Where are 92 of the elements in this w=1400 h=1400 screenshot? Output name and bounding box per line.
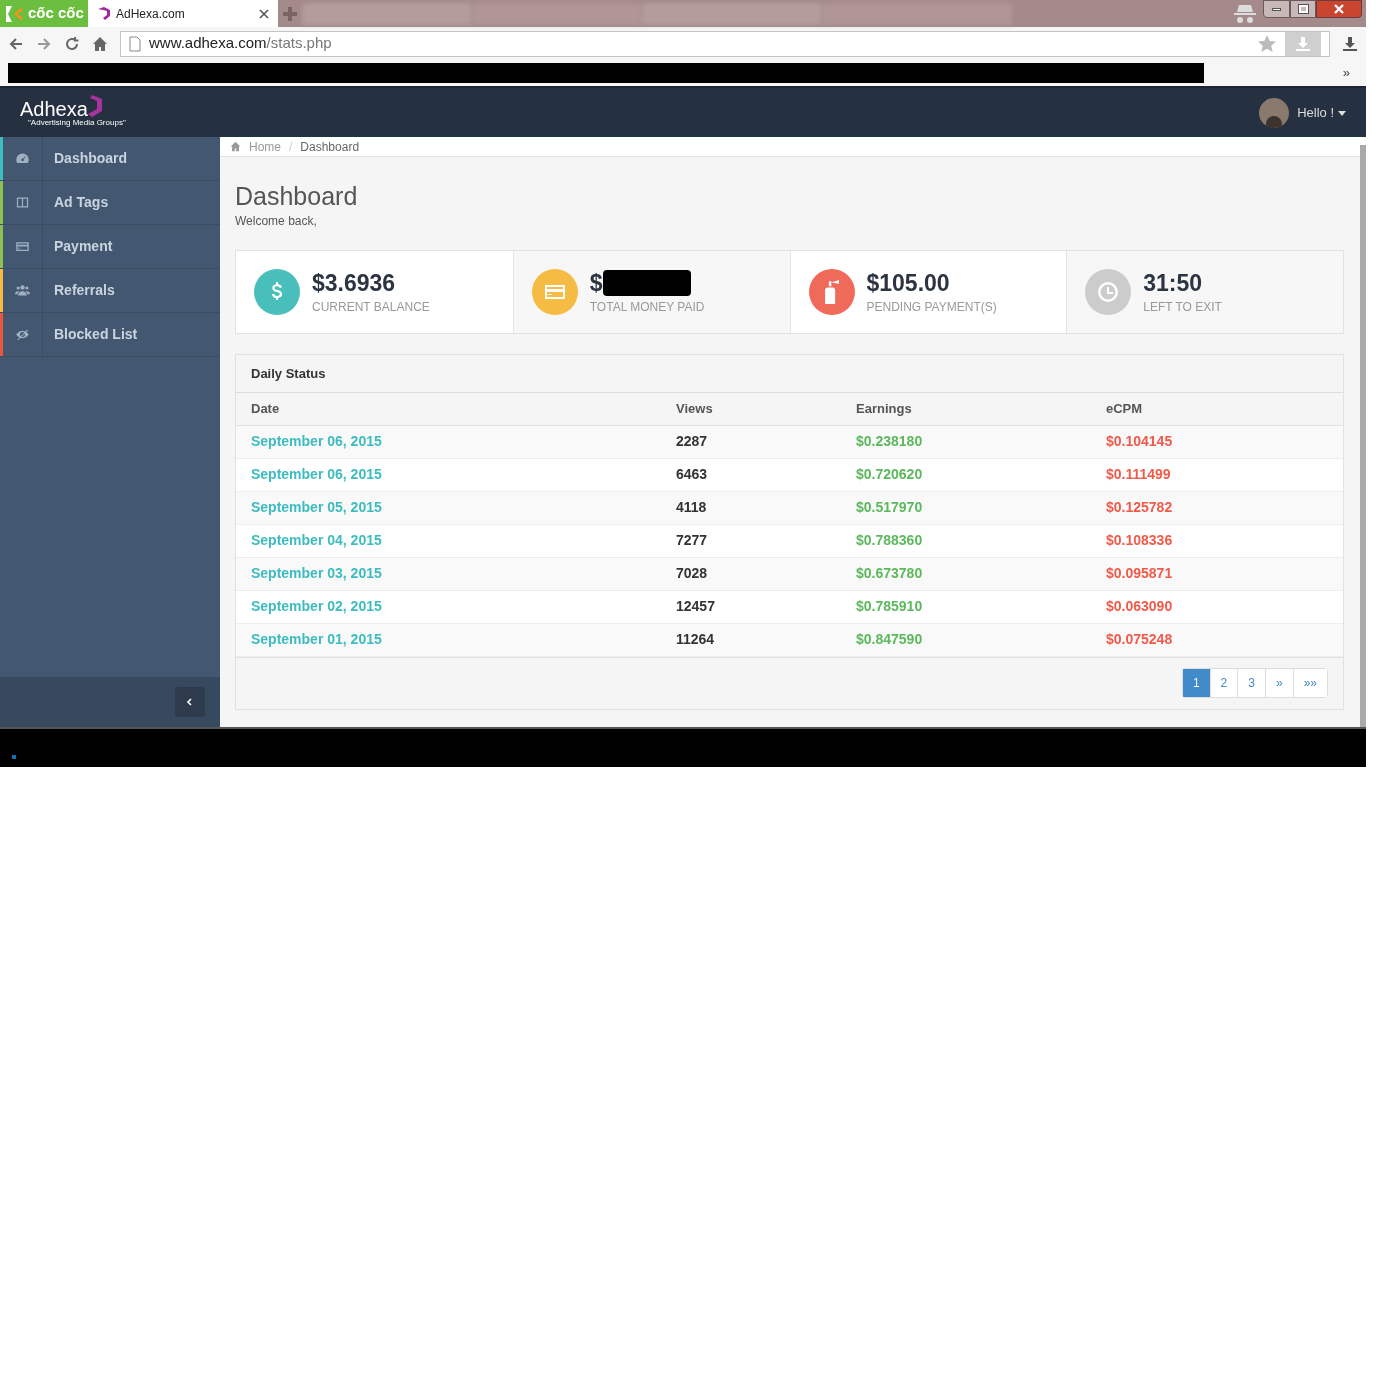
date-link[interactable]: September 04, 2015 (236, 524, 661, 558)
pagination-button[interactable]: »» (1292, 669, 1327, 698)
column-header: Earnings (841, 393, 1091, 426)
sidebar-item[interactable]: Referrals (0, 269, 220, 313)
restore-button[interactable] (1290, 0, 1316, 18)
sidebar-item[interactable]: Dashboard (0, 137, 220, 181)
reload-icon[interactable] (64, 35, 80, 52)
sidebar-item[interactable]: Blocked List (0, 313, 220, 357)
table-cell: 11264 (661, 623, 841, 657)
download-icon[interactable] (1342, 35, 1358, 52)
page-title: Dashboard (235, 181, 359, 212)
date-link[interactable]: September 06, 2015 (236, 425, 661, 459)
table-cell: $0.075248 (1091, 623, 1343, 657)
logo[interactable]: Adhexa "Advertising Media Groups" (20, 98, 126, 127)
caret-icon (1338, 108, 1346, 117)
date-link[interactable]: September 06, 2015 (236, 458, 661, 492)
stat-label: LEFT TO EXIT (1143, 298, 1222, 316)
clock-icon (1096, 280, 1121, 305)
browser-brand-button[interactable]: cốc cốc (0, 0, 88, 27)
sidebar-item[interactable]: Payment (0, 225, 220, 269)
table-cell: $0.111499 (1091, 458, 1343, 492)
eye-slash-icon (15, 327, 30, 342)
columns-icon (15, 195, 30, 210)
column-header: Date (236, 393, 661, 426)
url-text: www.adhexa.com/stats.php (149, 33, 332, 54)
download-icon (1295, 35, 1311, 52)
table-cell: 7277 (661, 524, 841, 558)
stat-value: 31:50 (1143, 268, 1203, 298)
page-icon (129, 35, 141, 52)
date-link[interactable]: September 05, 2015 (236, 491, 661, 525)
table-cell: 12457 (661, 590, 841, 624)
close-window-button[interactable] (1316, 0, 1362, 18)
date-link[interactable]: September 03, 2015 (236, 557, 661, 591)
breadcrumb-current: Dashboard (300, 138, 360, 156)
stat-label: CURRENT BALANCE (312, 298, 430, 316)
new-tab-icon[interactable] (282, 6, 298, 22)
table-cell: $0.125782 (1091, 491, 1343, 525)
stat-label: TOTAL MONEY PAID (589, 298, 705, 316)
avatar[interactable] (1259, 97, 1290, 128)
date-link[interactable]: September 01, 2015 (236, 623, 661, 657)
star-icon[interactable] (1257, 33, 1277, 54)
minimize-button[interactable] (1263, 0, 1290, 18)
pagination-button[interactable]: 2 (1209, 669, 1238, 698)
pagination-button[interactable]: 3 (1237, 669, 1265, 698)
address-bar[interactable]: www.adhexa.com/stats.php (120, 30, 1330, 57)
table-cell: $0.785910 (841, 590, 1091, 624)
pagination-button[interactable]: 1 (1182, 669, 1210, 698)
table-cell: $0.847590 (841, 623, 1091, 657)
gauge-icon (15, 151, 30, 166)
close-icon (1333, 3, 1345, 15)
table-cell: 6463 (661, 458, 841, 492)
breadcrumb-separator: / (289, 138, 293, 156)
table-cell: $0.108336 (1091, 524, 1343, 558)
home-icon (230, 141, 241, 152)
sidebar-item[interactable]: Ad Tags (0, 181, 220, 225)
page-subtitle: Welcome back, (235, 213, 318, 231)
table-cell: 7028 (661, 557, 841, 591)
stat-value: $3.6936 (312, 268, 396, 298)
column-header: Views (661, 393, 841, 426)
stat-value: $ (589, 268, 603, 298)
table-cell: $0.104145 (1091, 425, 1343, 459)
leaf-logo-icon (4, 3, 24, 24)
chevron-left-icon (186, 698, 194, 706)
table-cell: $0.673780 (841, 557, 1091, 591)
table-cell: 4118 (661, 491, 841, 525)
browser-tab[interactable]: AdHexa.com (88, 0, 278, 27)
column-header: eCPM (1091, 393, 1343, 426)
table-cell: $0.095871 (1091, 557, 1343, 591)
credit-card-icon (15, 239, 30, 254)
table-cell: 2287 (661, 425, 841, 459)
back-arrow-icon[interactable] (8, 35, 24, 52)
fire-extinguisher-icon (824, 280, 839, 305)
table-cell: $0.063090 (1091, 590, 1343, 624)
users-icon (15, 283, 30, 298)
user-menu-button[interactable]: Hello ! (1297, 102, 1334, 123)
incognito-icon (1231, 2, 1259, 26)
panel-title: Daily Status (251, 365, 326, 383)
pagination-button[interactable]: » (1264, 669, 1293, 698)
table-cell: $0.788360 (841, 524, 1091, 558)
stat-value: $105.00 (866, 268, 950, 298)
breadcrumb-link[interactable]: Home (249, 137, 281, 156)
bookmarks-more-button[interactable]: » (1342, 63, 1350, 83)
save-page-button[interactable] (1285, 31, 1321, 56)
table-cell: $0.238180 (841, 425, 1091, 459)
collapse-sidebar-button[interactable] (175, 687, 205, 717)
table-cell: $0.517970 (841, 491, 1091, 525)
table-cell: $0.720620 (841, 458, 1091, 492)
forward-arrow-icon[interactable] (36, 35, 52, 52)
home-icon[interactable] (92, 35, 108, 52)
stat-label: PENDING PAYMENT(S) (866, 298, 997, 316)
date-link[interactable]: September 02, 2015 (236, 590, 661, 624)
close-icon[interactable] (258, 7, 270, 20)
